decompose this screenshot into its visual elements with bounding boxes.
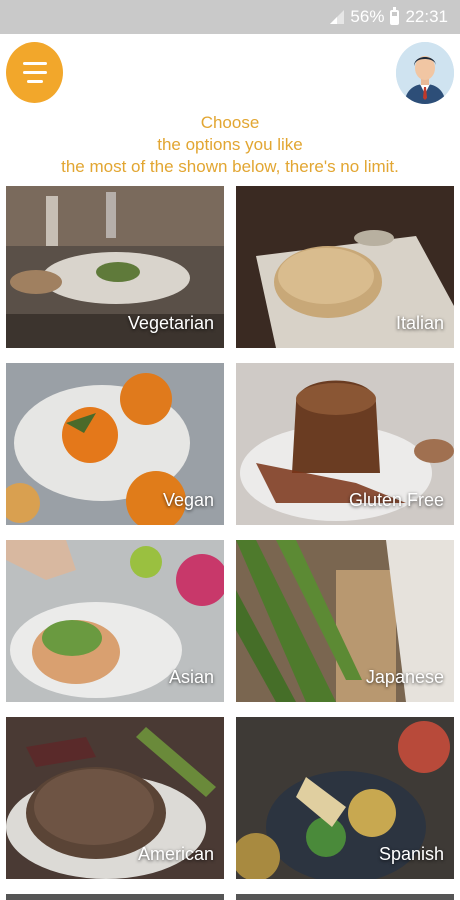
category-label: Vegan (162, 490, 214, 510)
category-tile-vegetarian[interactable]: Vegetarian (6, 186, 224, 348)
category-label: American (137, 844, 214, 864)
category-label: Asian (168, 667, 214, 687)
category-label: Italian (395, 313, 444, 333)
intro-line-1: Choose (200, 113, 260, 132)
category-tile-japanese[interactable]: Japanese (236, 540, 454, 702)
category-label: Japanese (365, 667, 444, 687)
category-tile-partial[interactable] (6, 894, 224, 900)
intro-text: Choose the options you like the most of … (0, 112, 460, 178)
battery-icon (390, 6, 400, 25)
intro-line-3: the most of the shown below, there's no … (61, 157, 399, 176)
category-label: Gluten Free (348, 490, 444, 510)
hamburger-menu-icon (22, 62, 47, 65)
category-tile-asian[interactable]: Asian (6, 540, 224, 702)
hamburger-menu-button[interactable] (6, 42, 63, 103)
category-tile-partial[interactable] (236, 894, 454, 900)
category-tile-spanish[interactable]: Spanish (236, 717, 454, 879)
status-bar: 56% 22:31 (0, 0, 460, 34)
category-tile-american[interactable]: American (6, 717, 224, 879)
category-tile-gluten-free[interactable]: Gluten Free (236, 363, 454, 525)
category-tile-italian[interactable]: Italian (236, 186, 454, 348)
clock: 22:31 (405, 7, 448, 26)
signal-icon (330, 10, 345, 24)
category-label: Vegetarian (127, 313, 214, 333)
user-avatar-icon (396, 42, 454, 104)
hamburger-line (22, 71, 47, 74)
category-label: Spanish (378, 844, 444, 864)
hamburger-line (26, 80, 43, 83)
battery-percent: 56% (350, 7, 385, 26)
intro-line-2: the options you like (157, 135, 303, 154)
user-avatar-button[interactable] (396, 42, 454, 104)
category-tile-vegan[interactable]: Vegan (6, 363, 224, 525)
